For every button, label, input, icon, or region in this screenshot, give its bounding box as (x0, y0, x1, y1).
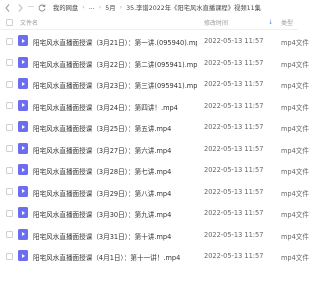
file-row[interactable]: 阳宅风水直播面授课（3月22日）：第二讲(095941).mp4 2022-05… (0, 52, 309, 74)
video-file-icon (18, 56, 28, 68)
file-modified-time: 2022-05-13 11:57 (204, 58, 264, 67)
file-modified-time: 2022-05-13 11:57 (204, 37, 264, 45)
row-checkbox[interactable] (6, 102, 13, 109)
select-all-checkbox[interactable] (6, 19, 13, 26)
forward-chevron-icon[interactable] (16, 3, 25, 13)
file-name[interactable]: 阳宅风水直播面授课（3月28日）：第七讲.mp4 (33, 166, 171, 176)
video-file-icon (18, 164, 28, 175)
breadcrumb-ellipsis[interactable]: ... (89, 4, 95, 11)
file-type: mp4文件 (281, 254, 309, 262)
file-type: mp4文件 (281, 103, 309, 112)
file-name[interactable]: 阳宅风水直播面授课（3月25日）：第五讲.mp4 (33, 123, 171, 133)
file-row[interactable]: 阳宅风水直播面授课（3月24日）：第四讲！.mp4 2022-05-13 11:… (0, 95, 309, 117)
file-name[interactable]: 阳宅风水直播面授课（3月22日）：第二讲(095941).mp4 (33, 59, 197, 69)
file-modified-time: 2022-05-13 11:57 (204, 123, 264, 131)
file-row[interactable]: 阳宅风水直播面授课（3月30日）：第九讲.mp4 2022-05-13 11:5… (0, 202, 309, 224)
row-checkbox[interactable] (6, 166, 13, 174)
file-type: mp4文件 (281, 211, 309, 219)
file-row[interactable]: 阳宅风水直播面授课（3月23日）：第三讲(095941).mp4 2022-05… (0, 73, 309, 95)
file-modified-time: 2022-05-13 11:57 (204, 252, 264, 260)
breadcrumb-root[interactable]: 我的网盘 (53, 3, 78, 12)
file-type: mp4文件 (281, 125, 309, 133)
row-checkbox[interactable] (6, 145, 13, 152)
refresh-icon[interactable] (37, 3, 46, 13)
file-row[interactable]: 阳宅风水直播面授课（3月21日）：第一讲.(095940).mp4 2022-0… (0, 30, 309, 52)
row-checkbox[interactable] (6, 37, 13, 45)
file-type: mp4文件 (281, 168, 309, 176)
column-header-type[interactable]: 类型 (281, 18, 293, 27)
file-modified-time: 2022-05-13 11:57 (204, 230, 264, 239)
row-checkbox[interactable] (6, 59, 13, 66)
navigation-bar: ··· 我的网盘 › ... › 5月 › 35.李谱2022年《阳宅风水直播课… (0, 0, 298, 15)
file-name[interactable]: 阳宅风水直播面授课（3月21日）：第一讲.(095940).mp4 (33, 37, 197, 47)
file-type: mp4文件 (281, 189, 309, 198)
row-checkbox[interactable] (6, 252, 13, 260)
row-checkbox[interactable] (6, 231, 13, 238)
file-type: mp4文件 (281, 60, 309, 69)
file-name[interactable]: 阳宅风水直播面授课（3月29日）：第八讲.mp4 (33, 188, 171, 198)
breadcrumb-separator: › (82, 4, 85, 11)
file-type: mp4文件 (281, 232, 309, 241)
file-modified-time: 2022-05-13 11:57 (204, 101, 264, 110)
file-modified-time: 2022-05-13 11:57 (204, 209, 264, 217)
row-checkbox[interactable] (6, 188, 13, 195)
file-name[interactable]: 阳宅风水直播面授课（3月23日）：第三讲(095941).mp4 (33, 80, 197, 90)
video-file-icon (18, 121, 28, 132)
file-name[interactable]: 阳宅风水直播面授课（4月1日）：第十一讲！.mp4 (33, 252, 180, 262)
file-list-header: 文件名 修改时间 ↓ 类型 (0, 15, 298, 30)
row-checkbox[interactable] (6, 209, 13, 217)
file-modified-time: 2022-05-13 11:57 (204, 166, 264, 174)
column-header-time[interactable]: 修改时间 (204, 18, 228, 27)
video-file-icon (18, 185, 28, 197)
file-modified-time: 2022-05-13 11:57 (204, 187, 264, 196)
file-row[interactable]: 阳宅风水直播面授课（3月29日）：第八讲.mp4 2022-05-13 11:5… (0, 181, 309, 203)
video-file-icon (18, 35, 28, 46)
file-row[interactable]: 阳宅风水直播面授课（3月28日）：第七讲.mp4 2022-05-13 11:5… (0, 159, 309, 181)
video-file-icon (18, 142, 28, 154)
row-checkbox[interactable] (6, 80, 13, 88)
file-type: mp4文件 (281, 82, 309, 90)
file-list: 阳宅风水直播面授课（3月21日）：第一讲.(095940).mp4 2022-0… (0, 30, 309, 267)
sort-arrow-icon[interactable]: ↓ (268, 19, 273, 26)
video-file-icon (18, 99, 28, 111)
file-name[interactable]: 阳宅风水直播面授课（3月24日）：第四讲！.mp4 (33, 102, 178, 112)
breadcrumb: 我的网盘 › ... › 5月 › 35.李谱2022年《阳宅风水直播课程》视频… (53, 3, 261, 12)
video-file-icon (18, 250, 28, 261)
file-row[interactable]: 阳宅风水直播面授课（3月27日）：第六讲.mp4 2022-05-13 11:5… (0, 138, 309, 160)
file-row[interactable]: 阳宅风水直播面授课（4月1日）：第十一讲！.mp4 2022-05-13 11:… (0, 245, 309, 267)
video-file-icon (18, 228, 28, 240)
video-file-icon (18, 207, 28, 218)
file-row[interactable]: 阳宅风水直播面授课（3月25日）：第五讲.mp4 2022-05-13 11:5… (0, 116, 309, 138)
more-locations-button[interactable]: ··· (28, 4, 34, 11)
file-type: mp4文件 (281, 146, 309, 155)
file-row[interactable]: 阳宅风水直播面授课（3月31日）：第十讲.mp4 2022-05-13 11:5… (0, 224, 309, 246)
file-name[interactable]: 阳宅风水直播面授课（3月31日）：第十讲.mp4 (33, 231, 171, 241)
file-modified-time: 2022-05-13 11:57 (204, 80, 264, 88)
breadcrumb-separator: › (98, 4, 102, 11)
breadcrumb-current-folder: 35.李谱2022年《阳宅风水直播课程》视频11集 (126, 5, 261, 12)
video-file-icon (18, 78, 28, 89)
file-name[interactable]: 阳宅风水直播面授课（3月30日）：第九讲.mp4 (33, 209, 171, 219)
column-header-name[interactable]: 文件名 (20, 18, 38, 27)
breadcrumb-separator: › (119, 4, 123, 11)
file-name[interactable]: 阳宅风水直播面授课（3月27日）：第六讲.mp4 (33, 145, 171, 155)
breadcrumb-month[interactable]: 5月 (105, 3, 115, 12)
back-chevron-icon[interactable] (3, 3, 12, 13)
file-modified-time: 2022-05-13 11:57 (204, 144, 264, 153)
row-checkbox[interactable] (6, 123, 13, 131)
file-type: mp4文件 (281, 39, 309, 47)
